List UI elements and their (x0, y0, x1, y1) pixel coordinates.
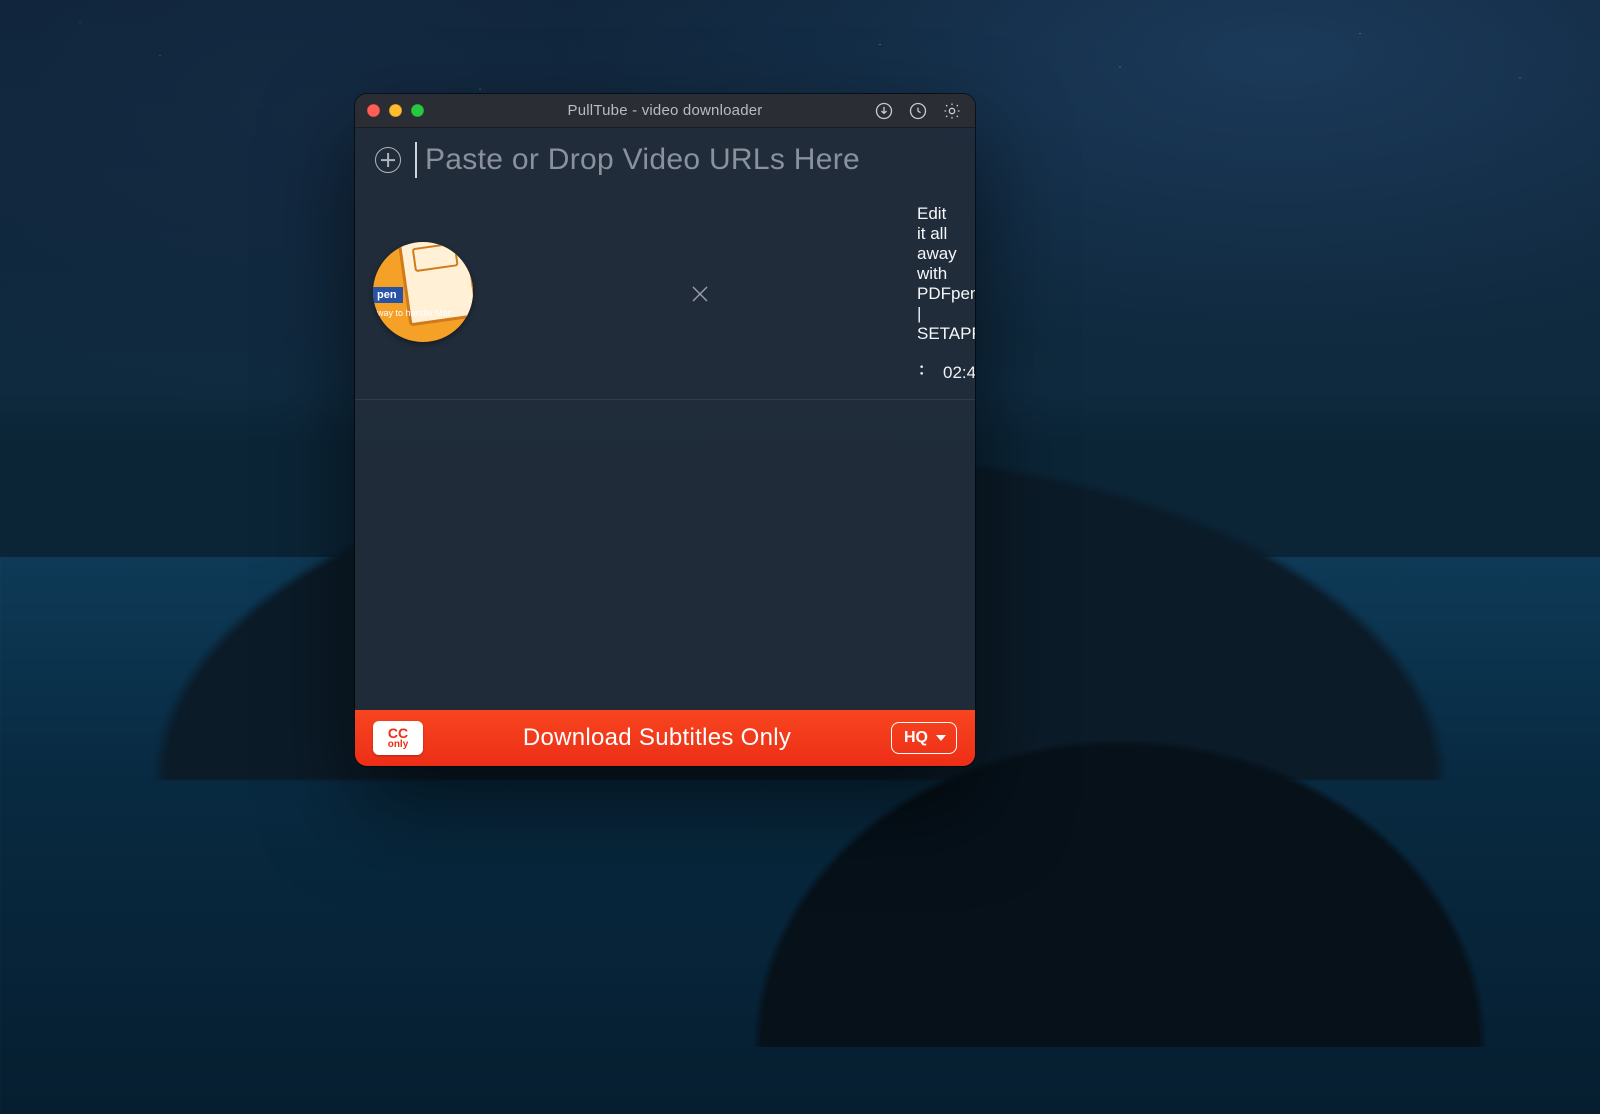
history-icon[interactable] (907, 100, 929, 122)
window-zoom-button[interactable] (411, 104, 424, 117)
window-close-button[interactable] (367, 104, 380, 117)
thumb-banner-text: pen (373, 287, 403, 303)
desktop-wallpaper: PullTube - video downloader (0, 0, 1600, 1114)
text-caret (415, 142, 417, 178)
video-duration: 02:46 (943, 363, 975, 383)
cc-only-toggle[interactable]: CC only (373, 721, 423, 755)
quality-menu-button[interactable]: HQ (891, 722, 957, 754)
video-thumbnail[interactable]: pen way to handle Mac (373, 242, 473, 342)
download-button[interactable]: Download Subtitles Only (437, 724, 877, 752)
url-input-row (355, 128, 975, 196)
app-window: PullTube - video downloader (355, 94, 975, 766)
queue-item: pen way to handle Mac Edit it all away w… (355, 196, 975, 400)
cc-label-line1: CC (388, 726, 408, 740)
add-url-button[interactable] (375, 147, 401, 173)
hq-label: HQ (904, 729, 928, 747)
video-title: Edit it all away with PDFpen | SETAPP (917, 200, 957, 344)
trim-icon[interactable] (917, 362, 933, 383)
downloads-icon[interactable] (873, 100, 895, 122)
window-minimize-button[interactable] (389, 104, 402, 117)
thumb-sub-text: way to handle Mac (377, 308, 452, 318)
download-queue: pen way to handle Mac Edit it all away w… (355, 196, 975, 710)
caret-down-icon (936, 735, 946, 741)
remove-item-button[interactable] (493, 271, 907, 313)
action-footer: CC only Download Subtitles Only HQ (355, 710, 975, 766)
url-input[interactable] (425, 143, 955, 177)
settings-icon[interactable] (941, 100, 963, 122)
cc-label-line2: only (388, 740, 409, 750)
titlebar: PullTube - video downloader (355, 94, 975, 128)
